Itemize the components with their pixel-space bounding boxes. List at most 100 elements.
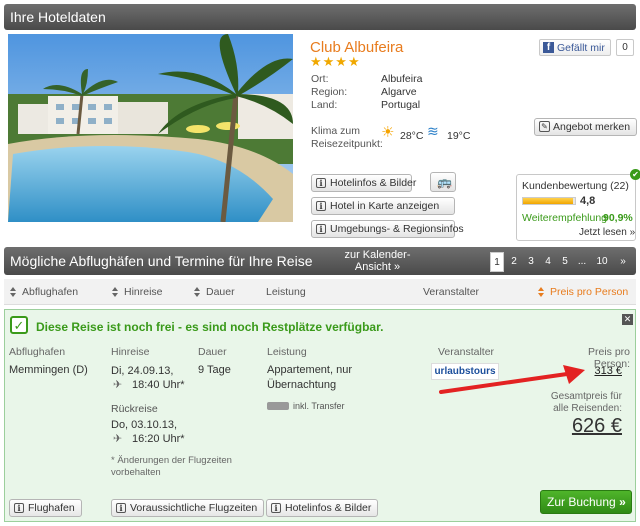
sort-veranstalter: Veranstalter	[423, 286, 480, 298]
total-price-label-1: Gesamtpreis für	[550, 391, 622, 402]
book-now-button[interactable]: Zur Buchung »	[540, 490, 632, 514]
hotel-stars: ★★★★	[310, 54, 361, 69]
sort-arrows-icon	[538, 287, 544, 297]
availability-headline: Diese Reise ist noch frei - es sind noch…	[36, 320, 384, 334]
outbound-date: Di, 24.09.13,	[111, 365, 174, 377]
rating-title: Kundenbewertung (22)	[522, 180, 629, 192]
total-price-label-2: alle Reisenden:	[553, 403, 622, 414]
calendar-view-line-1: zur Kalender-	[344, 249, 411, 261]
rating-bar	[522, 197, 576, 205]
info-icon: i	[316, 224, 326, 234]
page-link[interactable]: 5	[558, 252, 572, 272]
save-offer-label: Angebot merken	[553, 121, 631, 133]
flight-time-note-1: * Änderungen der Flugzeiten	[111, 455, 232, 466]
page-link[interactable]: 2	[507, 252, 521, 272]
customer-rating-box[interactable]: Kundenbewertung (22) 4,8 Weiterempfehlun…	[516, 174, 636, 241]
hotel-map-label: Hotel in Karte anzeigen	[330, 200, 440, 212]
rating-bar-fill	[523, 198, 573, 204]
info-icon: i	[316, 178, 326, 188]
region-label: Region:	[311, 86, 348, 98]
plane-icon: ✈	[113, 379, 123, 391]
ort-label: Ort:	[311, 73, 329, 85]
transfer-bus-icon	[267, 402, 289, 410]
sort-arrows-icon	[112, 287, 118, 297]
airport-info-button[interactable]: i Flughafen	[9, 499, 82, 517]
service-line-2: Übernachtung	[267, 379, 337, 391]
flight-time-note-2: vorbehalten	[111, 467, 161, 478]
page-link-active[interactable]: 1	[490, 252, 504, 272]
page-link[interactable]: 10	[595, 252, 609, 272]
facebook-like-button[interactable]: f Gefällt mir	[539, 39, 611, 56]
service-line-1: Appartement, nur	[267, 364, 352, 376]
duration: 9 Tage	[198, 364, 231, 376]
rating-score: 4,8	[580, 195, 596, 207]
facebook-like-count: 0	[616, 39, 634, 56]
page-link[interactable]: 3	[524, 252, 538, 272]
total-price[interactable]: 626 €	[545, 415, 622, 438]
transfer-note: inkl. Transfer	[293, 401, 345, 411]
hotel-info-button[interactable]: i Hotelinfos & Bilder	[311, 174, 416, 192]
hotel-data-header: Ihre Hoteldaten	[4, 4, 636, 30]
air-temperature: 28°C	[400, 130, 424, 142]
flight-times-button[interactable]: i Voraussichtliche Flugzeiten	[111, 499, 265, 517]
page-link[interactable]: »	[616, 252, 630, 272]
sort-arrows-icon	[10, 287, 16, 297]
pencil-icon: ✎	[539, 121, 550, 132]
recommend-label: Weiterempfehlung	[522, 212, 608, 224]
return-label: Rückreise	[111, 403, 158, 415]
sort-preis[interactable]: Preis pro Person	[550, 286, 628, 298]
return-time: 16:20 Uhr*	[132, 433, 185, 445]
sort-dauer[interactable]: Dauer	[206, 286, 235, 298]
offer-hotel-info-label: Hotelinfos & Bilder	[285, 502, 372, 514]
total-price-label: Gesamtpreis für alle Reisenden:	[535, 391, 622, 415]
flight-time-note: * Änderungen der Flugzeiten vorbehalten	[111, 455, 232, 479]
book-now-label: Zur Buchung	[547, 495, 616, 509]
hotel-info-label: Hotelinfos & Bilder	[330, 177, 417, 189]
hotel-map-button[interactable]: i Hotel in Karte anzeigen	[311, 197, 455, 215]
info-icon: i	[271, 503, 281, 513]
departures-title: Mögliche Abflughäfen und Termine für Ihr…	[10, 253, 313, 269]
hotel-data-title: Ihre Hoteldaten	[10, 9, 106, 25]
hotel-photo-image	[8, 34, 293, 222]
save-offer-button[interactable]: ✎ Angebot merken	[534, 118, 637, 136]
outbound-time: 18:40 Uhr*	[132, 379, 185, 391]
region-info-button[interactable]: i Umgebungs- & Regionsinfos	[311, 220, 464, 238]
return-date: Do, 03.10.13,	[111, 419, 178, 431]
calendar-view-line-2: Ansicht »	[354, 261, 401, 273]
facebook-icon: f	[543, 42, 554, 53]
facebook-like-label: Gefällt mir	[557, 42, 605, 54]
col-hinreise: Hinreise	[111, 346, 150, 358]
col-veranstalter: Veranstalter	[438, 346, 495, 358]
check-icon: ✔	[630, 169, 640, 180]
sort-abflughafen[interactable]: Abflughafen	[22, 286, 78, 298]
sun-icon: ☀	[381, 124, 395, 141]
page-link[interactable]: 4	[541, 252, 555, 272]
flight-times-label: Voraussichtliche Flugzeiten	[130, 502, 258, 514]
close-icon[interactable]: ✕	[622, 314, 633, 325]
info-icon: i	[316, 201, 326, 211]
klima-label-1: Klima zum	[311, 125, 361, 137]
sort-hinreise[interactable]: Hinreise	[124, 286, 163, 298]
page-link: ...	[577, 256, 587, 267]
departure-airport: Memmingen (D)	[9, 364, 88, 376]
region-value: Algarve	[381, 86, 417, 98]
wave-icon: ≋	[427, 123, 439, 139]
offer-panel: ✓ Diese Reise ist noch frei - es sind no…	[4, 309, 636, 522]
bus-icon: 🚌	[437, 175, 452, 189]
col-abflughafen: Abflughafen	[9, 346, 66, 358]
sort-leistung: Leistung	[266, 286, 306, 298]
hotel-photo[interactable]	[8, 34, 293, 222]
bus-transfer-button[interactable]: 🚌	[430, 172, 456, 192]
read-reviews-link[interactable]: Jetzt lesen »	[579, 227, 635, 238]
calendar-view-link[interactable]: zur Kalender- Ansicht »	[330, 249, 425, 273]
available-check-icon: ✓	[10, 316, 28, 334]
plane-icon: ✈	[113, 433, 123, 445]
double-chevron-right-icon: »	[619, 495, 626, 509]
info-icon: i	[116, 503, 126, 513]
info-icon: i	[14, 503, 24, 513]
water-temperature: 19°C	[447, 130, 471, 142]
offer-hotel-info-button[interactable]: i Hotelinfos & Bilder	[266, 499, 379, 517]
land-value: Portugal	[381, 99, 421, 111]
region-info-label: Umgebungs- & Regionsinfos	[330, 223, 464, 235]
airport-info-label: Flughafen	[28, 502, 75, 514]
